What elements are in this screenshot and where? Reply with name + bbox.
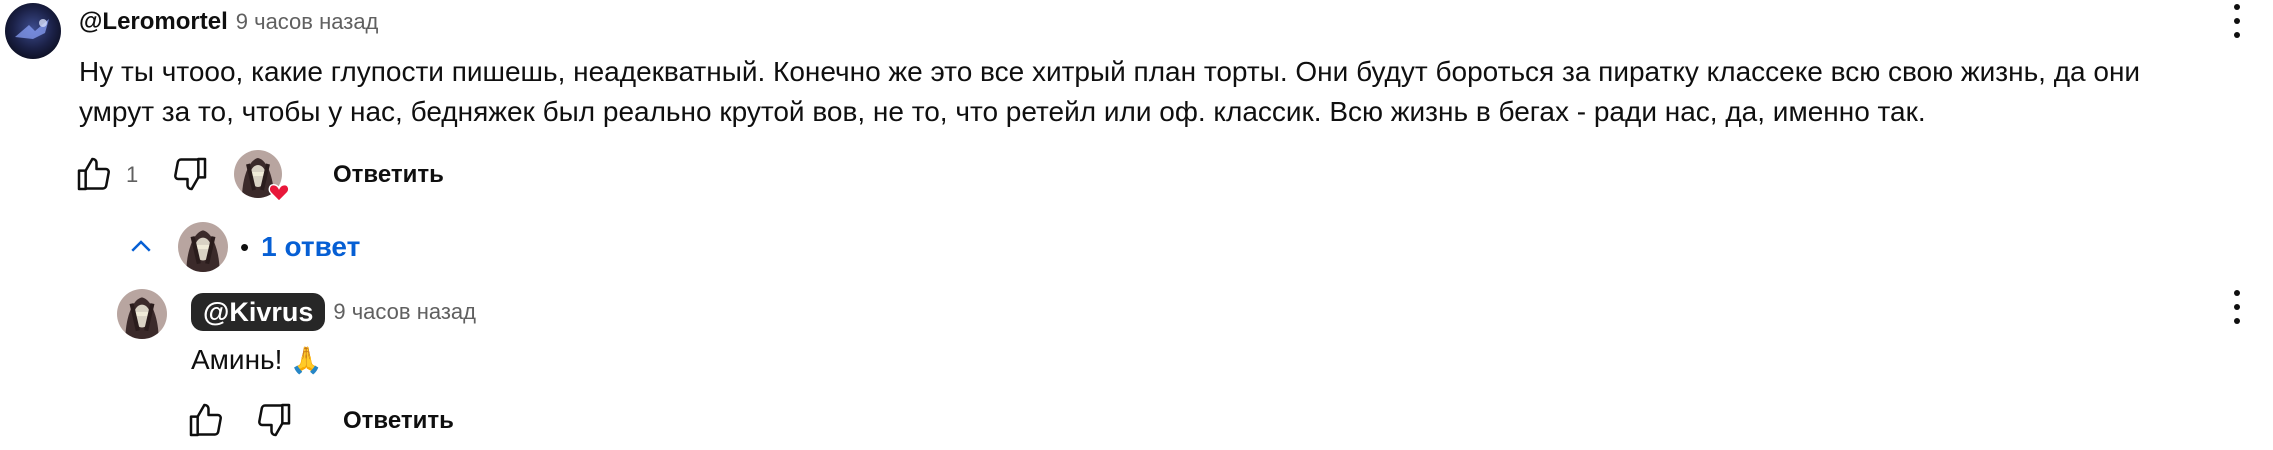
praying-hands-emoji: 🙏 (290, 345, 323, 375)
reply-dislike-button[interactable] (250, 398, 298, 442)
like-count: 1 (126, 162, 139, 187)
creator-heart-icon (268, 184, 290, 202)
comment-menu-button[interactable] (2227, 4, 2247, 38)
more-vertical-icon (2234, 290, 2240, 296)
reply-author-avatar[interactable] (117, 289, 167, 339)
thumbs-up-icon (189, 403, 222, 437)
commenter-avatar[interactable] (5, 3, 61, 59)
reply-text: Аминь! 🙏 (191, 340, 323, 380)
creator-heart[interactable] (234, 150, 290, 202)
replies-bullet: • (240, 231, 250, 262)
reply-author-chip[interactable]: @Kivrus (191, 293, 326, 331)
replies-toggle[interactable]: • 1 ответ (126, 222, 360, 272)
comment-timestamp[interactable]: 9 часов назад (236, 9, 379, 35)
chevron-up-icon (131, 240, 151, 252)
reply-menu-button[interactable] (2227, 290, 2247, 324)
comment-text-line-2: умрут за то, чтобы у нас, бедняжек был р… (79, 96, 1926, 127)
reply-text-content: Аминь! (191, 344, 283, 375)
thumbs-down-icon (174, 157, 207, 191)
comment-author[interactable]: @Leromortel (79, 8, 228, 36)
reply-reply-button[interactable]: Ответить (343, 407, 454, 435)
thumbs-down-icon (258, 403, 291, 437)
reply-timestamp[interactable]: 9 часов назад (333, 299, 476, 325)
reply-button[interactable]: Ответить (333, 161, 444, 189)
comment-body: Ну ты чтооо, какие глупости пишешь, неад… (79, 52, 2179, 132)
comment-text-line-1: Ну ты чтооо, какие глупости пишешь, неад… (79, 56, 2141, 87)
thumbs-up-icon (77, 157, 110, 191)
like-button[interactable] (70, 152, 118, 196)
replies-count[interactable]: 1 ответ (261, 231, 360, 263)
comment-header: @Leromortel 9 часов назад (79, 8, 378, 36)
more-vertical-icon (2234, 4, 2240, 10)
reply-like-button[interactable] (182, 398, 230, 442)
dislike-button[interactable] (166, 152, 214, 196)
reply-header: @Kivrus 9 часов назад (191, 293, 476, 331)
replier-avatar-small (178, 222, 228, 272)
